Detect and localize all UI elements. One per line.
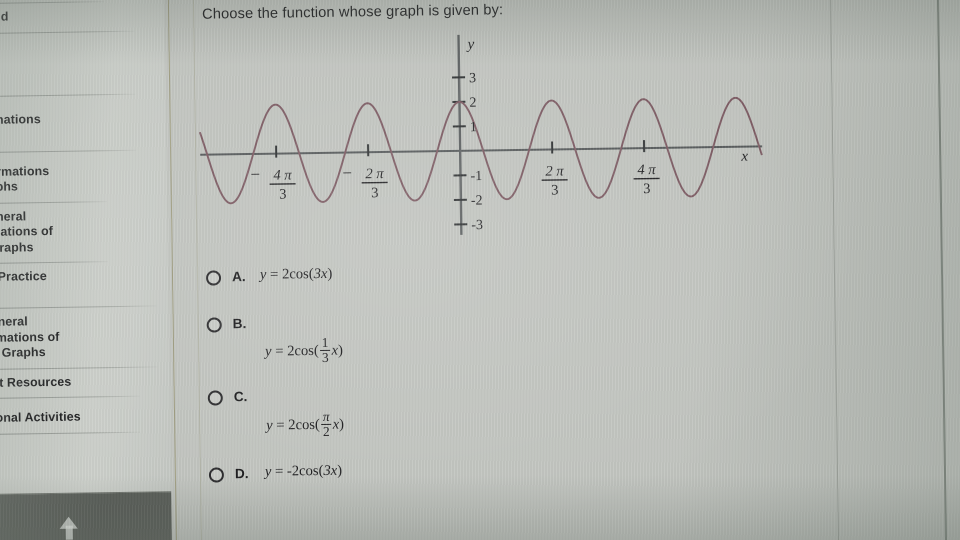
sidebar-item-general-transformations-graphs[interactable]: eneral mations of Graphs [0,204,168,260]
x-tick-labels: −4 π3− 2 π32 π34 π3 [250,162,660,203]
radio-button-d[interactable] [208,467,225,483]
sidebar-divider [0,200,107,204]
sidebar-divider [0,305,157,309]
x-axis [200,145,763,156]
sidebar-divider [0,30,135,34]
sidebar-divider [0,365,158,370]
option-d-equation: y = -2cos(3x) [264,462,343,480]
y-tick-label: -1 [470,169,482,184]
fraction-pi-over-two: π2 [320,409,332,439]
sidebar-item-practice[interactable]: : Practice s [0,264,168,305]
option-b-equation: y = 2cos(1 3 x) [265,334,343,365]
option-letter-d: D. [234,466,249,482]
y-tick-label: -2 [471,194,483,209]
fraction-one-third: 13 [319,334,331,365]
option-d[interactable]: D. y = -2cos(3x) [208,461,629,483]
y-tick-label: 3 [469,71,476,86]
sidebar-item-transformations[interactable]: rmations [0,107,166,132]
sidebar-item-cut-top[interactable]: and [0,4,164,29]
option-a-equation: y = 2cos(3x) [259,265,333,283]
radio-button-a[interactable] [205,270,222,286]
x-tick-label: −4 π 3 [250,165,296,203]
svg-text:3: 3 [551,182,558,198]
svg-text:4 π: 4 π [637,162,656,178]
option-a[interactable]: A. y = 2cos(3x) [205,264,626,286]
svg-text:−: − [250,165,260,184]
svg-text:3: 3 [371,185,378,201]
browser-page: and er rmations ormations aphs eneral ma… [0,0,960,540]
graph-svg: −4 π3− 2 π32 π34 π3 321-1-2-3 y x [198,34,763,235]
option-c-equation: y = 2cos(π 2 x) [266,408,345,439]
option-c[interactable]: C. y = 2cos(π 2 x) [207,384,628,439]
y-tick-label: 1 [470,120,477,135]
y-axis [457,34,463,235]
option-letter-c: C. [233,389,248,405]
x-tick-label: 4 π3 [633,162,660,197]
sidebar-item-student-resources[interactable]: nt Resources [0,370,170,395]
question-content: Choose the function whose graph is given… [194,0,842,540]
screen-edge [936,0,948,540]
sidebar-item-general-transformations-trig-graphs[interactable]: eneral rmations of c Graphs [0,309,169,365]
sidebar-divider [0,431,141,435]
radio-button-b[interactable] [206,317,222,333]
sidebar-divider [0,149,137,153]
option-letter-a: A. [231,269,246,285]
radio-button-c[interactable] [207,390,223,406]
y-tick-labels: 3 2 1 -1 -2 -3 [469,71,483,233]
y-tick-label: -3 [471,218,483,233]
page-title: Choose the function whose graph is given… [201,2,504,23]
svg-text:2 π: 2 π [365,166,384,182]
sidebar-divider [0,93,136,97]
x-axis-label: x [740,149,748,165]
photo-of-screen: and er rmations ormations aphs eneral ma… [0,0,960,540]
y-tick-label: 2 [469,96,476,111]
x-tick-label: −2 π 3 [342,163,388,201]
sidebar-item-transformations-graphs[interactable]: ormations aphs [0,159,167,200]
option-b[interactable]: B. y = 2cos(1 3 x) [206,311,627,365]
sidebar-divider [0,1,104,4]
sidebar-footer-bar [0,491,173,540]
svg-text:3: 3 [643,181,650,197]
svg-text:4 π: 4 π [273,167,292,183]
course-navigation-sidebar[interactable]: and er rmations ormations aphs eneral ma… [0,0,173,540]
sidebar-divider [0,261,108,264]
sidebar-item-cut-er[interactable]: er [0,48,165,73]
function-graph: −4 π 3−2 π32 π34 π3 3 2 1 -1 -2 -3 y x [190,22,793,259]
svg-text:2 π: 2 π [545,163,564,179]
x-tick-label: 2 π3 [541,163,568,199]
sidebar-divider [0,395,140,399]
svg-text:−: − [342,163,352,182]
option-letter-b: B. [232,316,247,332]
svg-text:3: 3 [279,186,286,202]
y-axis-label: y [465,37,474,53]
sidebar-item-instructional-activities[interactable]: ional Activities [0,405,170,430]
